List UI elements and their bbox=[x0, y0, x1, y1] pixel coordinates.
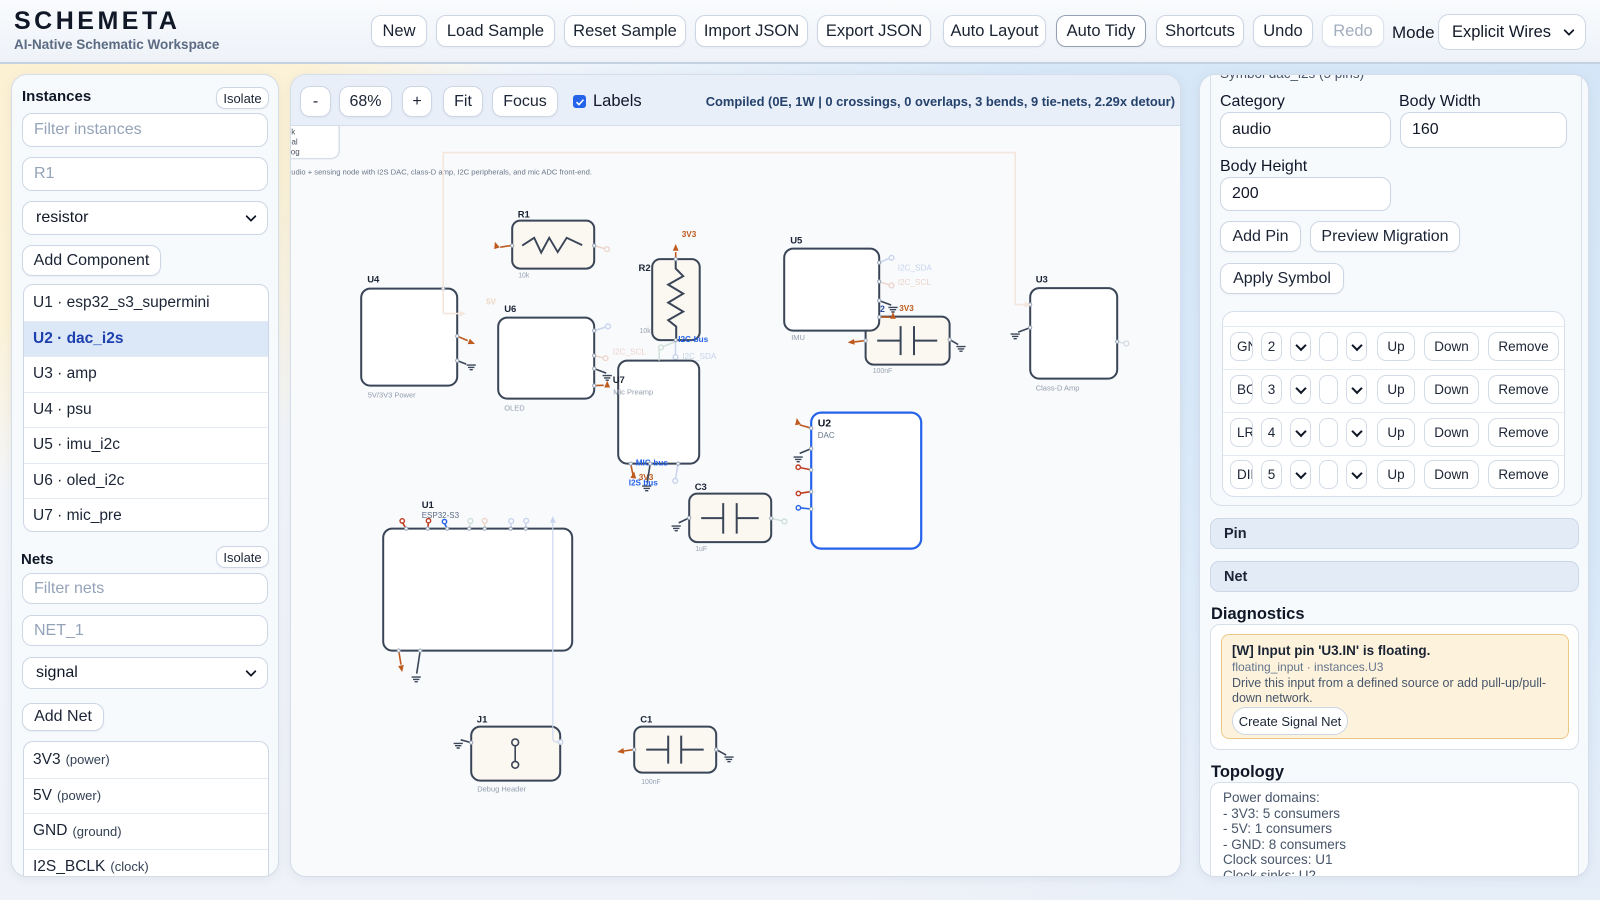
svg-text:U6: U6 bbox=[504, 304, 516, 315]
svg-text:U5: U5 bbox=[790, 236, 803, 247]
svg-text:U1: U1 bbox=[422, 500, 435, 511]
svg-text:C1: C1 bbox=[640, 715, 653, 726]
svg-text:10k: 10k bbox=[640, 328, 652, 335]
svg-text:3V3: 3V3 bbox=[899, 304, 914, 313]
svg-text:J1: J1 bbox=[477, 715, 488, 726]
svg-text:Audio + sensing node with I2S: Audio + sensing node with I2S DAC, class… bbox=[291, 168, 592, 177]
svg-text:Debug Header: Debug Header bbox=[477, 785, 526, 794]
svg-text:IMU: IMU bbox=[791, 333, 805, 342]
svg-text:signal: signal bbox=[291, 138, 298, 147]
svg-text:100nF: 100nF bbox=[641, 779, 661, 786]
svg-text:5V/3V3 Power: 5V/3V3 Power bbox=[368, 391, 416, 400]
svg-text:U4: U4 bbox=[367, 275, 380, 286]
svg-text:I2S bus: I2S bus bbox=[629, 479, 659, 488]
svg-text:Class-D Amp: Class-D Amp bbox=[1036, 384, 1080, 393]
svg-text:I2C_SDA: I2C_SDA bbox=[898, 264, 933, 273]
svg-text:1uF: 1uF bbox=[695, 546, 707, 553]
svg-text:U7: U7 bbox=[613, 375, 625, 386]
svg-text:R1: R1 bbox=[518, 210, 531, 221]
svg-text:I2C-bus: I2C-bus bbox=[678, 335, 708, 344]
svg-text:100nF: 100nF bbox=[873, 368, 893, 375]
svg-text:3V3: 3V3 bbox=[682, 230, 697, 239]
svg-text:5V: 5V bbox=[486, 298, 496, 307]
svg-text:R2: R2 bbox=[639, 263, 651, 274]
svg-text:10k: 10k bbox=[518, 273, 530, 280]
svg-text:DAC: DAC bbox=[818, 431, 835, 440]
svg-text:analog: analog bbox=[291, 148, 300, 157]
svg-text:I2C_SCL: I2C_SCL bbox=[613, 348, 647, 357]
svg-text:U3: U3 bbox=[1036, 275, 1048, 286]
svg-text:I2C_SCL: I2C_SCL bbox=[898, 278, 932, 287]
svg-text:C3: C3 bbox=[695, 482, 707, 493]
svg-text:U2: U2 bbox=[818, 418, 832, 430]
svg-text:Mic Preamp: Mic Preamp bbox=[613, 388, 653, 397]
svg-text:OLED: OLED bbox=[504, 404, 525, 413]
